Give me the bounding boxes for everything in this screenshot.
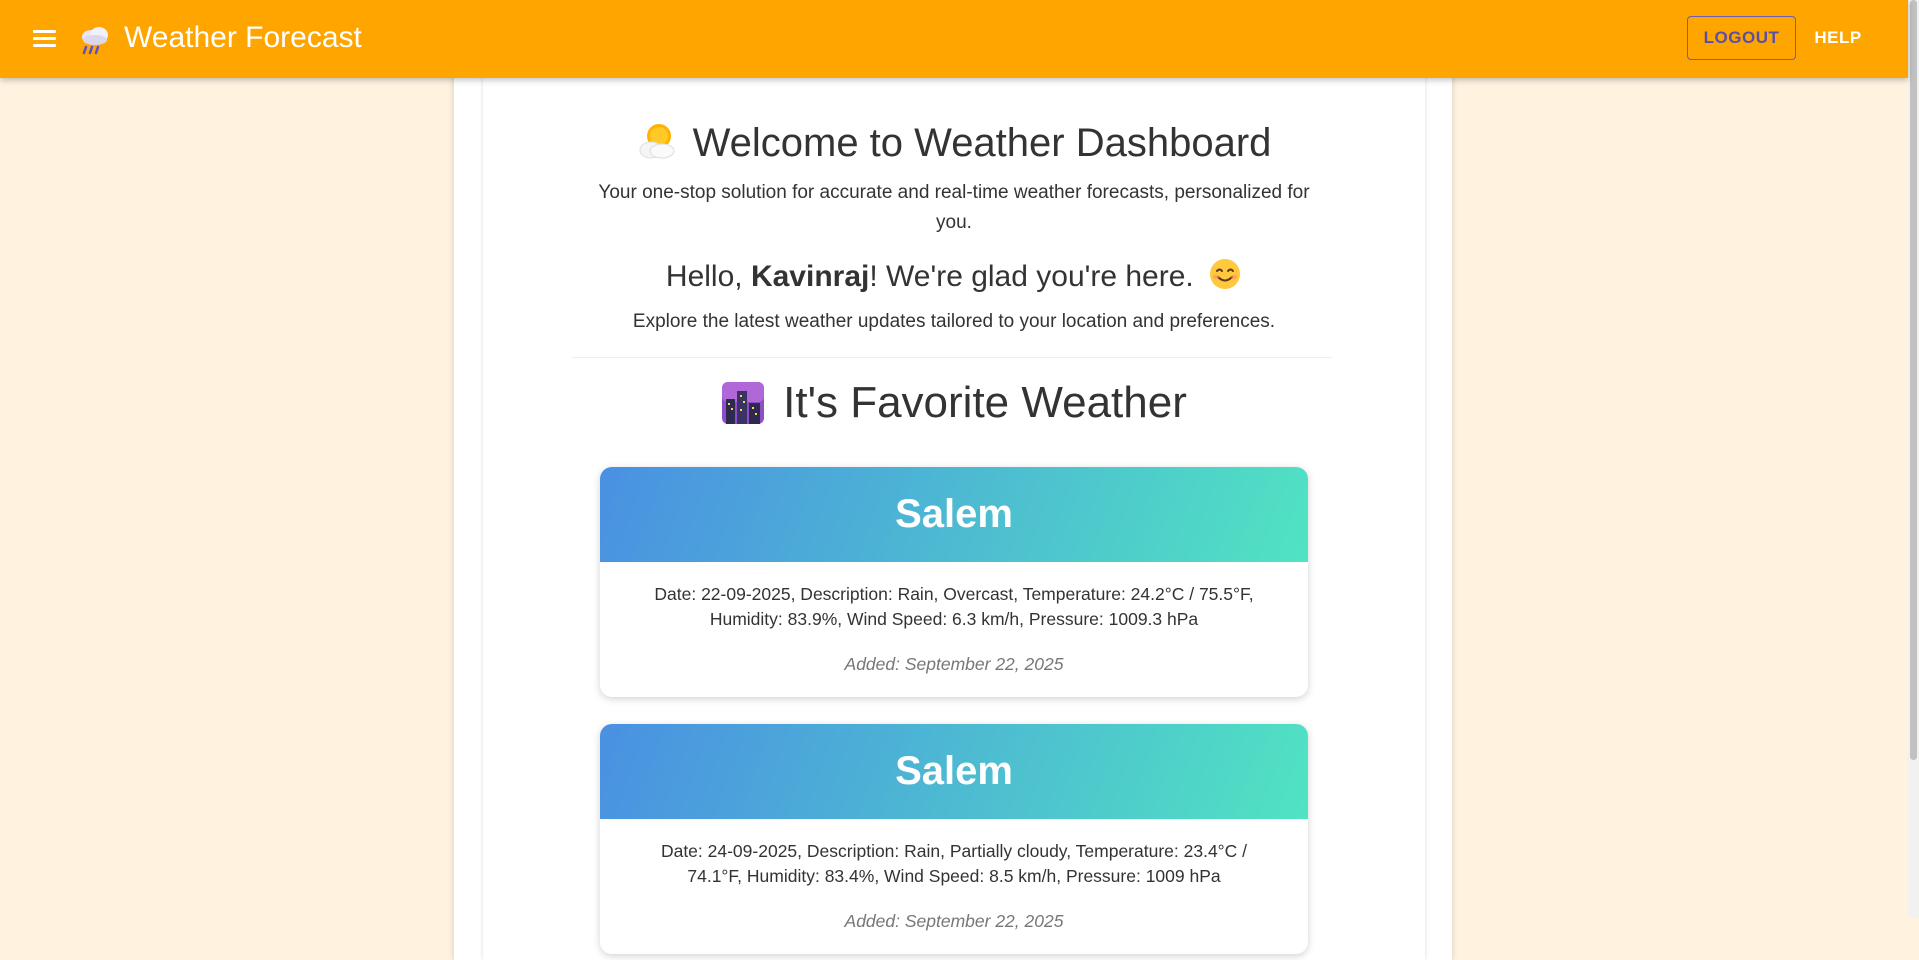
section-divider: [572, 357, 1332, 358]
weather-card: Salem Date: 24-09-2025, Description: Rai…: [600, 724, 1308, 954]
card-city: Salem: [600, 467, 1308, 562]
explore-text: Explore the latest weather updates tailo…: [632, 311, 1276, 332]
favorites-title: It's Favorite Weather: [783, 378, 1187, 427]
app-title: Weather Forecast: [124, 21, 362, 54]
favorites-heading: It's Favorite Weather: [483, 375, 1425, 431]
user-name: Kavinraj: [750, 260, 870, 293]
rain-cloud-icon: [82, 27, 108, 55]
app-bar: Weather Forecast LOGOUT HELP: [0, 0, 1908, 78]
help-button[interactable]: HELP: [1808, 16, 1868, 60]
card-added-date: Added: September 22, 2025: [844, 911, 1064, 931]
card-description: Date: 24-09-2025, Description: Rain, Par…: [660, 841, 1248, 886]
sun-behind-cloud-icon: [639, 124, 675, 159]
greeting: Hello, Kavinraj! We're glad you're here.: [483, 255, 1425, 299]
welcome-subtitle: Your one-stop solution for accurate and …: [598, 182, 1310, 233]
welcome-title: Welcome to Weather Dashboard: [692, 121, 1272, 165]
greeting-prefix: Hello,: [665, 260, 751, 293]
page-scrollbar[interactable]: [1908, 0, 1919, 918]
smiling-face-icon: [1210, 259, 1241, 289]
card-city: Salem: [600, 724, 1308, 819]
logout-button[interactable]: LOGOUT: [1687, 16, 1796, 60]
welcome-heading: Welcome to Weather Dashboard: [483, 118, 1425, 168]
card-description: Date: 22-09-2025, Description: Rain, Ove…: [654, 584, 1254, 629]
city-dusk-icon: [722, 382, 765, 424]
card-added-date: Added: September 22, 2025: [844, 654, 1064, 674]
scrollbar-thumb[interactable]: [1910, 0, 1917, 760]
menu-button[interactable]: [28, 24, 62, 54]
greeting-suffix: ! We're glad you're here.: [869, 260, 1194, 293]
hamburger-menu-icon: [33, 30, 56, 33]
weather-card: Salem Date: 22-09-2025, Description: Rai…: [600, 467, 1308, 697]
